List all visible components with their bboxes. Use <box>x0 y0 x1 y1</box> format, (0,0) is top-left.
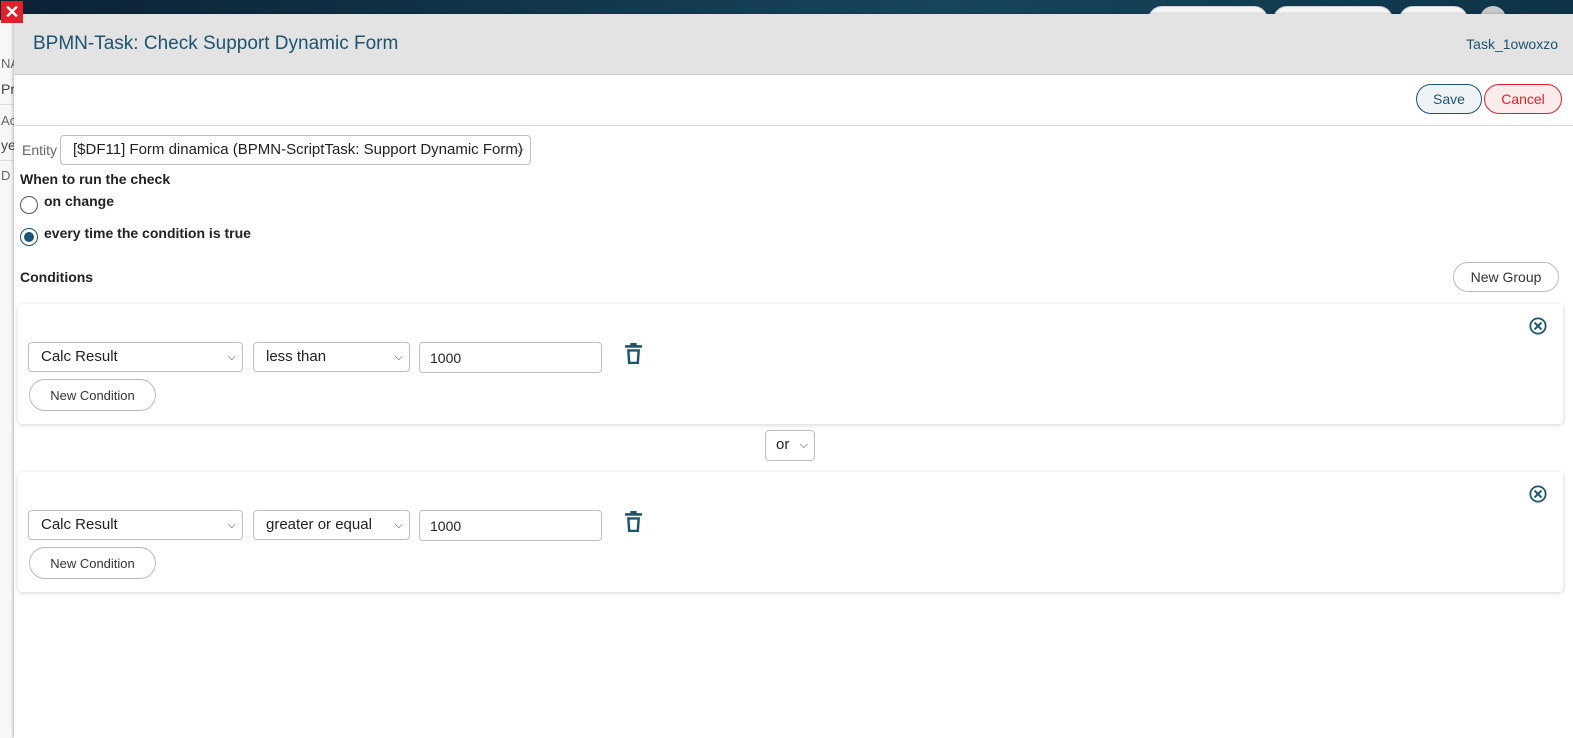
chevron-down-icon: ⌵ <box>227 351 236 363</box>
modal-title: BPMN-Task: Check Support Dynamic Form <box>33 33 399 54</box>
cancel-button[interactable]: Cancel <box>1484 84 1562 114</box>
radio-button[interactable] <box>20 196 38 214</box>
chevron-down-icon: ⌵ <box>227 519 236 531</box>
save-button[interactable]: Save <box>1416 84 1482 114</box>
radio-label: on change <box>44 193 115 209</box>
entity-select-value: [$DF11] Form dinamica (BPMN-ScriptTask: … <box>73 141 523 158</box>
conditions-label: Conditions <box>20 269 94 285</box>
when-to-run-label: When to run the check <box>20 171 171 187</box>
chevron-down-icon: ⌵ <box>515 144 524 156</box>
condition-group: Calc Result ⌵ less than ⌵ New Condition <box>18 304 1563 424</box>
close-icon[interactable]: ✕ <box>1 1 23 23</box>
radio-button-checked[interactable] <box>20 228 38 246</box>
modal-header: BPMN-Task: Check Support Dynamic Form Ta… <box>14 14 1573 75</box>
remove-group-icon[interactable] <box>1529 485 1547 503</box>
trash-icon[interactable] <box>625 343 642 364</box>
background-fragment: D <box>1 168 11 183</box>
chevron-down-icon: ⌵ <box>394 351 403 363</box>
new-group-button[interactable]: New Group <box>1453 262 1559 292</box>
remove-group-icon[interactable] <box>1529 317 1547 335</box>
group-join-select[interactable]: or ⌵ <box>765 430 815 461</box>
group-join-value: or <box>776 436 790 453</box>
background-fragment: NA <box>1 56 14 71</box>
condition-value-input[interactable] <box>419 342 602 373</box>
task-modal: BPMN-Task: Check Support Dynamic Form Ta… <box>14 14 1573 738</box>
condition-group: Calc Result ⌵ greater or equal ⌵ New Con… <box>18 472 1563 592</box>
background-fragment: Ac <box>1 113 14 128</box>
condition-field-value: Calc Result <box>41 516 118 533</box>
condition-operator-value: less than <box>266 348 327 365</box>
background-left-panel: NA Pr Ac ye D <box>0 20 14 738</box>
condition-operator-select[interactable]: less than ⌵ <box>253 342 410 372</box>
condition-operator-value: greater or equal <box>266 516 372 533</box>
background-fragment: ye <box>1 137 14 153</box>
trash-icon[interactable] <box>625 511 642 532</box>
entity-select[interactable]: [$DF11] Form dinamica (BPMN-ScriptTask: … <box>60 135 531 165</box>
condition-field-select[interactable]: Calc Result ⌵ <box>28 510 243 540</box>
background-fragment: Pr <box>1 81 14 97</box>
radio-every-time[interactable]: every time the condition is true <box>20 225 251 246</box>
chevron-down-icon: ⌵ <box>394 519 403 531</box>
condition-operator-select[interactable]: greater or equal ⌵ <box>253 510 410 540</box>
condition-field-select[interactable]: Calc Result ⌵ <box>28 342 243 372</box>
chevron-down-icon: ⌵ <box>799 439 808 451</box>
entity-label: Entity <box>22 142 58 158</box>
task-id: Task_1owoxzo <box>1466 36 1558 52</box>
radio-on-change[interactable]: on change <box>20 193 115 214</box>
radio-label: every time the condition is true <box>44 225 251 241</box>
modal-toolbar: Save Cancel <box>14 75 1573 126</box>
condition-value-input[interactable] <box>419 510 602 541</box>
condition-field-value: Calc Result <box>41 348 118 365</box>
new-condition-button[interactable]: New Condition <box>29 379 156 411</box>
new-condition-button[interactable]: New Condition <box>29 547 156 579</box>
